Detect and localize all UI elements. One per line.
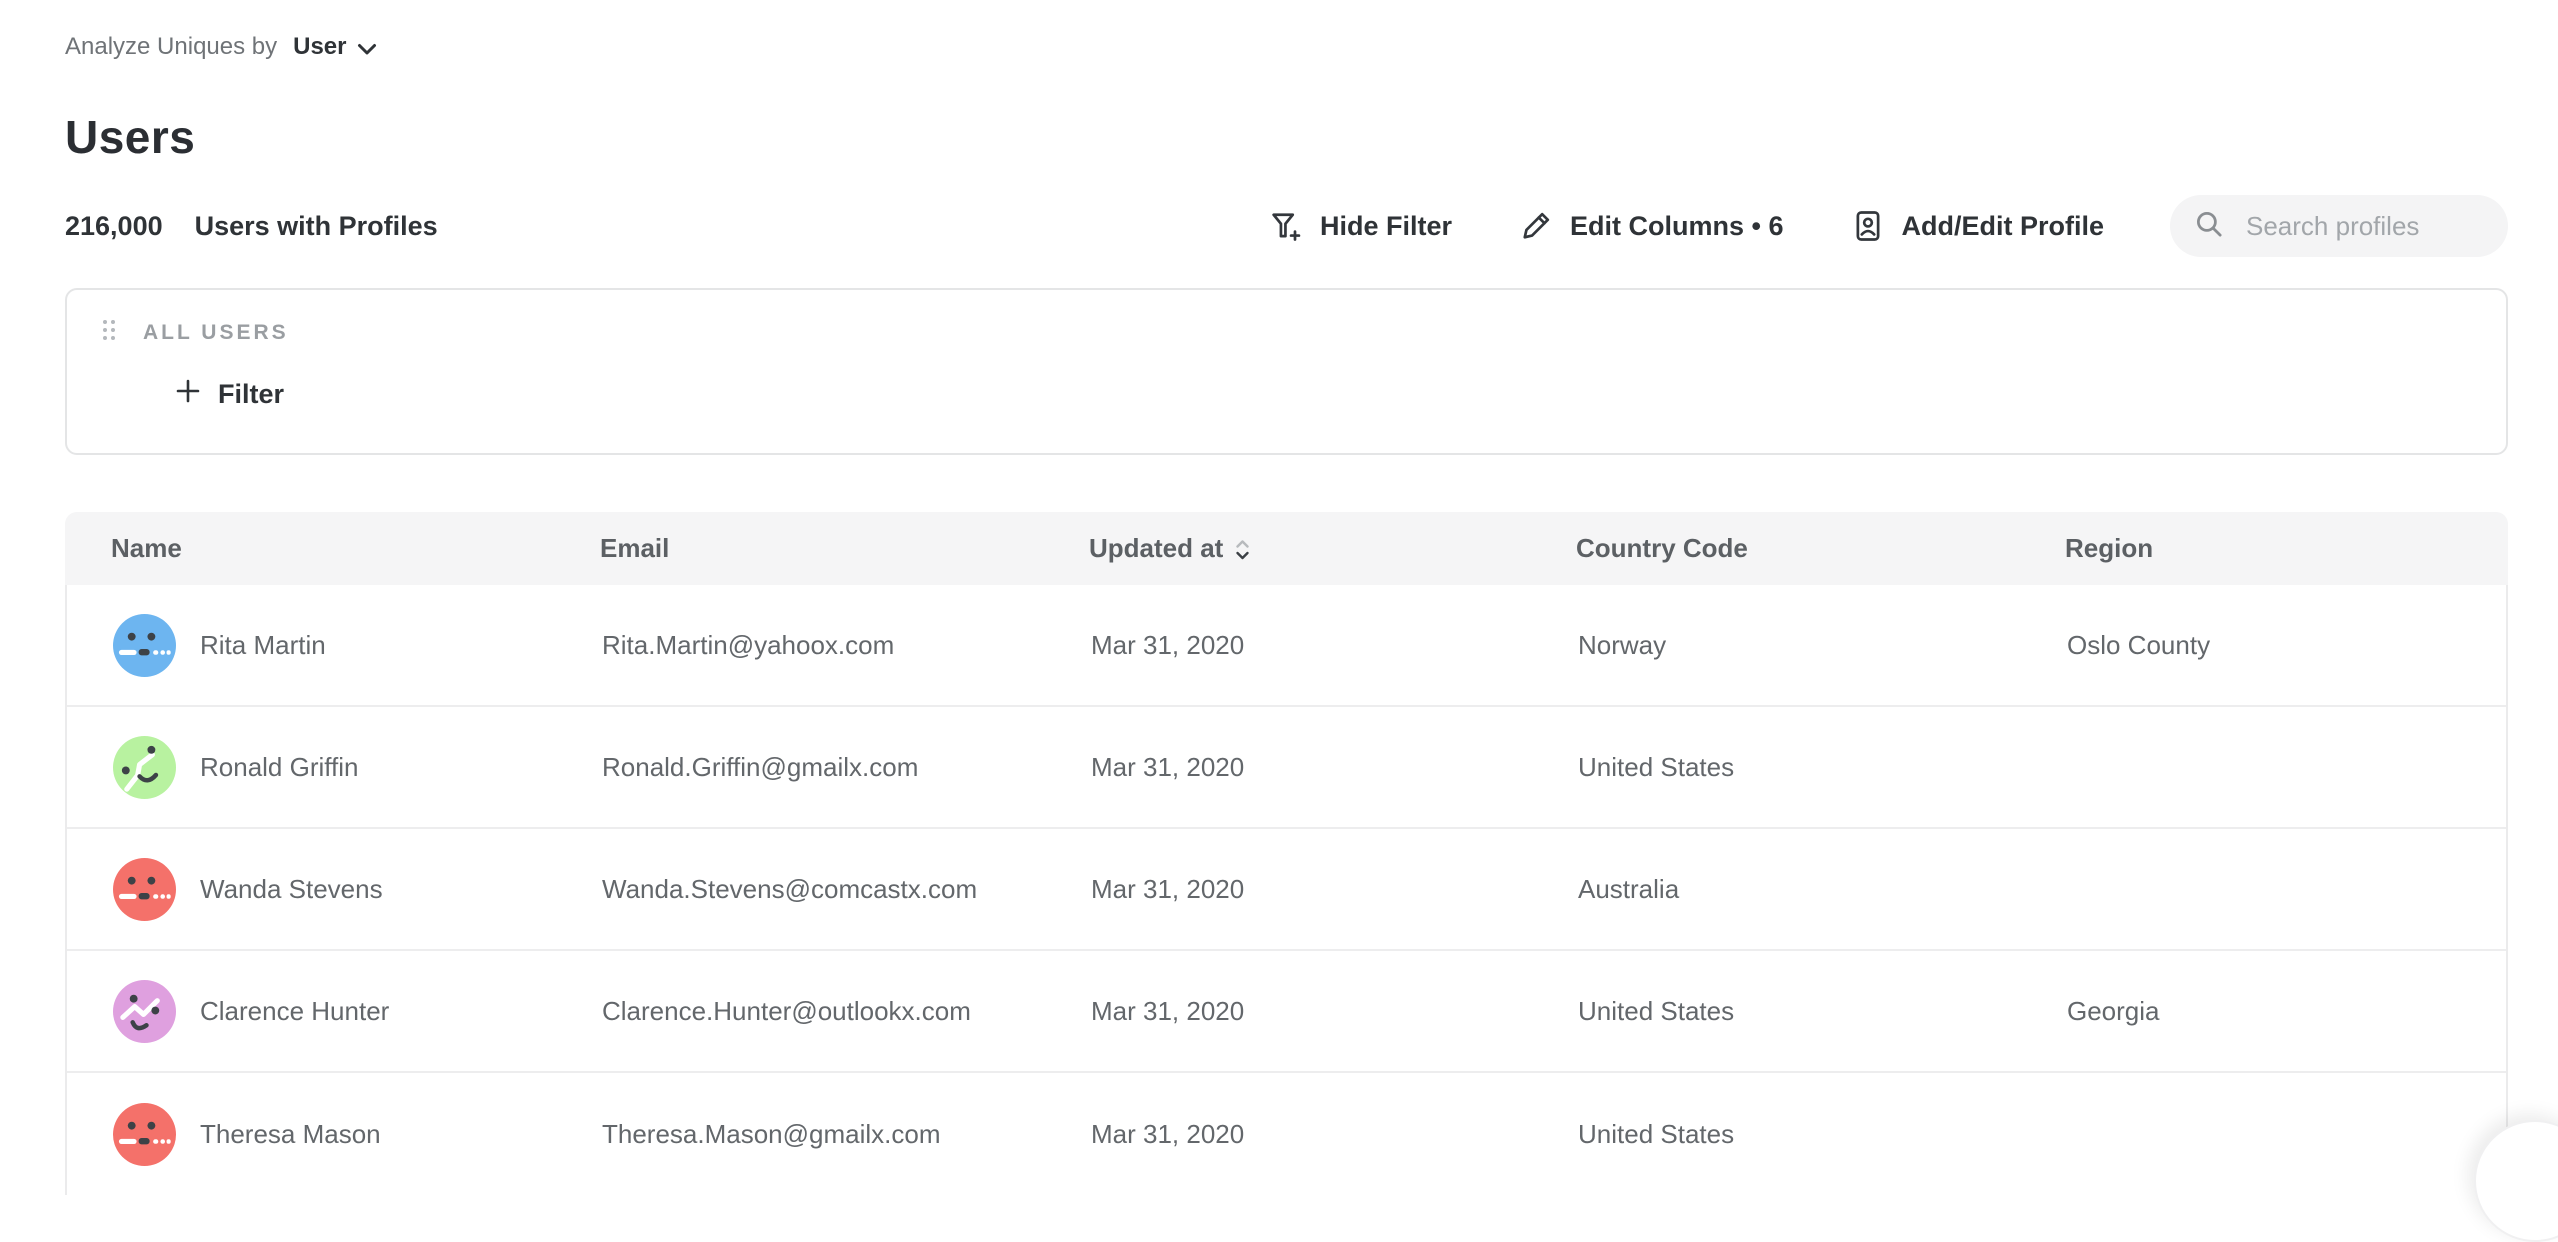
user-updated-at: Mar 31, 2020 xyxy=(1091,630,1578,661)
analyze-uniques-label: Analyze Uniques by xyxy=(65,33,277,61)
analyze-uniques-value: User xyxy=(293,33,346,61)
search-profiles-input[interactable] xyxy=(2244,210,2478,243)
toolbar: Hide Filter Edit Columns • 6 xyxy=(1268,195,2508,257)
table-row[interactable]: Theresa Mason Theresa.Mason@gmailx.com M… xyxy=(67,1073,2506,1195)
user-name: Clarence Hunter xyxy=(200,996,389,1027)
add-filter-label: Filter xyxy=(218,379,284,410)
table-row[interactable]: Rita Martin Rita.Martin@yahoox.com Mar 3… xyxy=(67,585,2506,707)
user-name: Ronald Griffin xyxy=(200,752,359,783)
name-cell: Wanda Stevens xyxy=(113,858,602,921)
user-email: Clarence.Hunter@outlookx.com xyxy=(602,996,1091,1027)
table-body: Rita Martin Rita.Martin@yahoox.com Mar 3… xyxy=(65,585,2508,1195)
profile-count-label: Users with Profiles xyxy=(195,211,438,242)
column-header-name[interactable]: Name xyxy=(111,533,600,564)
avatar xyxy=(113,1103,176,1166)
column-header-updated-at[interactable]: Updated at xyxy=(1089,533,1576,564)
page-title: Users xyxy=(65,108,2508,166)
user-country-code: United States xyxy=(1578,996,2067,1027)
column-header-region[interactable]: Region xyxy=(2065,533,2508,564)
profile-count: 216,000 xyxy=(65,211,163,242)
pencil-icon xyxy=(1518,208,1554,244)
analyze-uniques-row: Analyze Uniques by User xyxy=(65,28,2508,66)
name-cell: Theresa Mason xyxy=(113,1103,602,1166)
analyze-uniques-select[interactable]: User xyxy=(293,31,376,63)
users-table: Name Email Updated at Country Code Regio… xyxy=(65,512,2508,1195)
user-country-code: United States xyxy=(1578,1119,2067,1150)
add-filter-button[interactable]: Filter xyxy=(174,377,284,412)
profile-badge-icon xyxy=(1850,208,1886,244)
plus-icon xyxy=(174,377,202,412)
sort-icon xyxy=(1235,540,1250,560)
hide-filter-label: Hide Filter xyxy=(1320,211,1452,242)
avatar xyxy=(113,980,176,1043)
user-updated-at: Mar 31, 2020 xyxy=(1091,752,1578,783)
all-users-label: ALL USERS xyxy=(143,321,289,345)
avatar xyxy=(113,736,176,799)
user-email: Ronald.Griffin@gmailx.com xyxy=(602,752,1091,783)
name-cell: Clarence Hunter xyxy=(113,980,602,1043)
user-country-code: Australia xyxy=(1578,874,2067,905)
user-region: Oslo County xyxy=(2067,630,2506,661)
table-row[interactable]: Wanda Stevens Wanda.Stevens@comcastx.com… xyxy=(67,829,2506,951)
user-email: Theresa.Mason@gmailx.com xyxy=(602,1119,1091,1150)
name-cell: Ronald Griffin xyxy=(113,736,602,799)
user-name: Wanda Stevens xyxy=(200,874,383,905)
table-header-row: Name Email Updated at Country Code Regio… xyxy=(65,512,2508,585)
user-region: Georgia xyxy=(2067,996,2506,1027)
hide-filter-button[interactable]: Hide Filter xyxy=(1268,208,1452,244)
filter-card: ALL USERS Filter xyxy=(65,288,2508,455)
user-updated-at: Mar 31, 2020 xyxy=(1091,996,1578,1027)
column-header-country-code[interactable]: Country Code xyxy=(1576,533,2065,564)
stats-toolbar-row: 216,000 Users with Profiles Hide Filter xyxy=(65,194,2508,258)
avatar xyxy=(113,614,176,677)
name-cell: Rita Martin xyxy=(113,614,602,677)
table-row[interactable]: Clarence Hunter Clarence.Hunter@outlookx… xyxy=(67,951,2506,1073)
user-name: Theresa Mason xyxy=(200,1119,381,1150)
user-country-code: United States xyxy=(1578,752,2067,783)
filter-funnel-plus-icon xyxy=(1268,208,1304,244)
user-updated-at: Mar 31, 2020 xyxy=(1091,874,1578,905)
add-edit-profile-button[interactable]: Add/Edit Profile xyxy=(1850,208,2105,244)
edit-columns-button[interactable]: Edit Columns • 6 xyxy=(1518,208,1783,244)
user-email: Rita.Martin@yahoox.com xyxy=(602,630,1091,661)
user-email: Wanda.Stevens@comcastx.com xyxy=(602,874,1091,905)
column-header-email[interactable]: Email xyxy=(600,533,1089,564)
avatar xyxy=(113,858,176,921)
search-icon xyxy=(2192,207,2226,246)
profile-count-group: 216,000 Users with Profiles xyxy=(65,211,438,242)
user-country-code: Norway xyxy=(1578,630,2067,661)
search-profiles-box[interactable] xyxy=(2170,195,2508,257)
filter-group-row: ALL USERS xyxy=(101,318,2506,347)
drag-handle-icon[interactable] xyxy=(101,318,117,347)
user-updated-at: Mar 31, 2020 xyxy=(1091,1119,1578,1150)
users-page: Analyze Uniques by User Users 216,000 Us… xyxy=(0,0,2558,1195)
edit-columns-label: Edit Columns • 6 xyxy=(1570,211,1783,242)
add-edit-profile-label: Add/Edit Profile xyxy=(1902,211,2105,242)
table-row[interactable]: Ronald Griffin Ronald.Griffin@gmailx.com… xyxy=(67,707,2506,829)
user-name: Rita Martin xyxy=(200,630,326,661)
chevron-down-icon xyxy=(357,35,377,63)
